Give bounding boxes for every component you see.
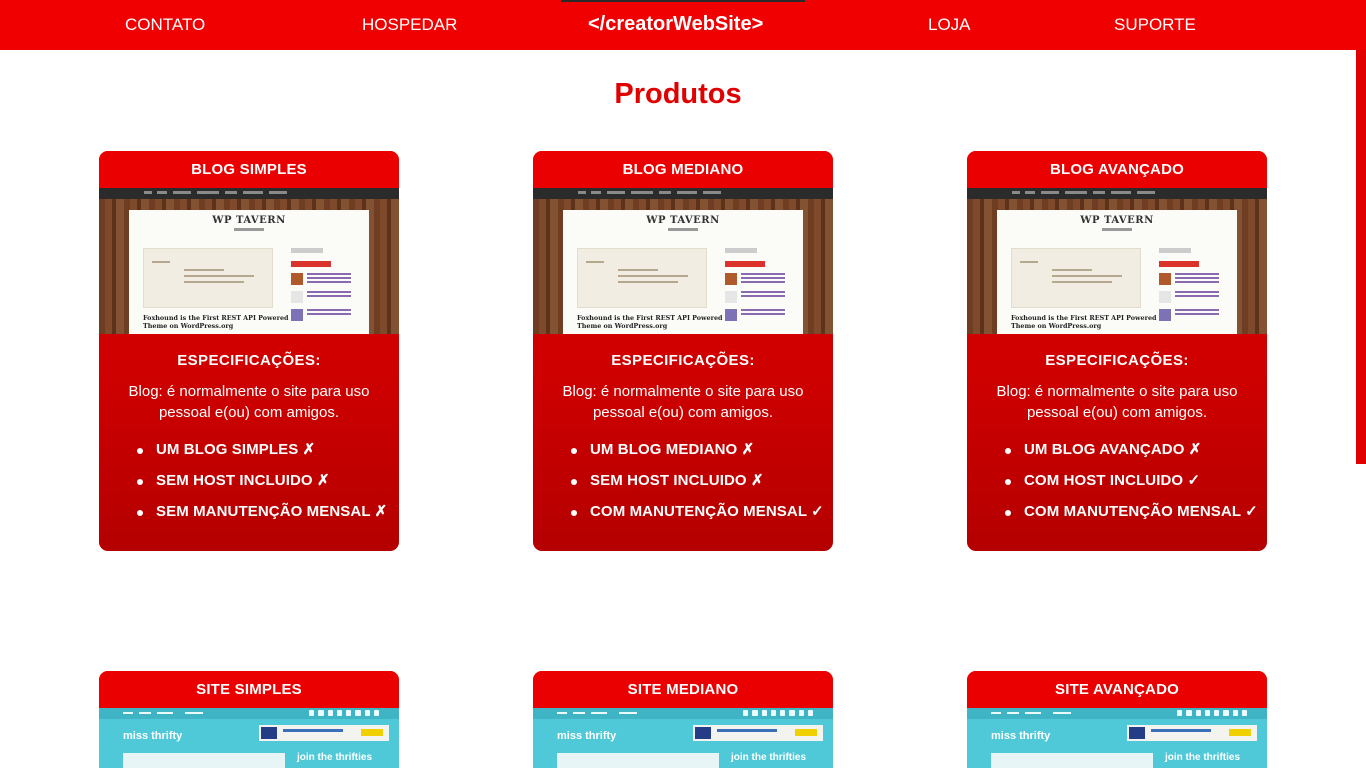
preview-logo: WP TAVERN (646, 215, 720, 226)
nav-loja-link[interactable]: LOJA (928, 15, 971, 35)
nav-hospedar-link[interactable]: HOSPEDAR (362, 15, 457, 35)
feature-item: UM BLOG AVANÇADO ✗ (1005, 440, 1253, 471)
card-title: SITE SIMPLES (99, 671, 399, 708)
spec-heading: ESPECIFICAÇÕES: (1045, 352, 1189, 369)
product-card-site-simples[interactable]: SITE SIMPLES miss thrifty join the thrif… (99, 671, 399, 768)
preview-logo: WP TAVERN (1080, 215, 1154, 226)
preview-site-name: miss thrifty (123, 730, 183, 742)
preview-join-text: join the thrifties (731, 752, 806, 763)
feature-item: COM HOST INCLUIDO ✓ (1005, 471, 1253, 502)
blog-preview-image: WP TAVERN Foxhound is the First REST API… (99, 188, 399, 334)
preview-page: WP TAVERN Foxhound is the First REST API… (997, 210, 1237, 334)
preview-headline: Foxhound is the First REST API Powered T… (577, 314, 723, 330)
nav-suporte-link[interactable]: SUPORTE (1114, 15, 1196, 35)
feature-item: COM MANUTENÇÃO MENSAL ✓ (571, 502, 824, 533)
spec-description: Blog: é normalmente o site para uso pess… (128, 383, 370, 421)
preview-join-text: join the thrifties (1165, 752, 1240, 763)
feature-list: UM BLOG AVANÇADO ✗ COM HOST INCLUIDO ✓ C… (981, 440, 1258, 533)
preview-headline: Foxhound is the First REST API Powered T… (1011, 314, 1157, 330)
preview-site-name: miss thrifty (557, 730, 617, 742)
nav-contato-link[interactable]: CONTATO (125, 15, 205, 35)
preview-page: WP TAVERN Foxhound is the First REST API… (129, 210, 369, 334)
site-preview-image: miss thrifty join the thrifties (99, 708, 399, 768)
feature-item: SEM MANUTENÇÃO MENSAL ✗ (137, 502, 387, 533)
product-card-site-mediano[interactable]: SITE MEDIANO miss thrifty join the thrif… (533, 671, 833, 768)
product-card-blog-avancado[interactable]: BLOG AVANÇADO WP TAVERN Foxhound is the … (967, 151, 1267, 551)
preview-join-text: join the thrifties (297, 752, 372, 763)
product-card-blog-simples[interactable]: BLOG SIMPLES WP TAVERN Foxhound is the F… (99, 151, 399, 551)
spec-heading: ESPECIFICAÇÕES: (177, 352, 321, 369)
preview-logo: WP TAVERN (212, 215, 286, 226)
social-icons (309, 710, 379, 717)
card-title: BLOG MEDIANO (533, 151, 833, 188)
preview-site-name: miss thrifty (991, 730, 1051, 742)
page-title: Produtos (614, 78, 742, 110)
card-title: BLOG AVANÇADO (967, 151, 1267, 188)
site-preview-image: miss thrifty join the thrifties (533, 708, 833, 768)
blog-preview-image: WP TAVERN Foxhound is the First REST API… (533, 188, 833, 334)
preview-headline: Foxhound is the First REST API Powered T… (143, 314, 289, 330)
spec-heading: ESPECIFICAÇÕES: (611, 352, 755, 369)
feature-item: UM BLOG SIMPLES ✗ (137, 440, 385, 471)
feature-list: UM BLOG SIMPLES ✗ SEM HOST INCLUIDO ✗ SE… (113, 440, 387, 533)
product-card-blog-mediano[interactable]: BLOG MEDIANO WP TAVERN Foxhound is the F… (533, 151, 833, 551)
brand-underline (561, 0, 805, 2)
feature-item: COM MANUTENÇÃO MENSAL ✓ (1005, 502, 1258, 533)
social-icons (1177, 710, 1247, 717)
preview-menu-bar (99, 188, 399, 199)
spec-description: Blog: é normalmente o site para uso pess… (562, 383, 804, 421)
site-preview-image: miss thrifty join the thrifties (967, 708, 1267, 768)
card-title: SITE MEDIANO (533, 671, 833, 708)
card-title: SITE AVANÇADO (967, 671, 1267, 708)
feature-item: UM BLOG MEDIANO ✗ (571, 440, 819, 471)
feature-item: SEM HOST INCLUIDO ✗ (137, 471, 385, 502)
card-title: BLOG SIMPLES (99, 151, 399, 188)
blog-preview-image: WP TAVERN Foxhound is the First REST API… (967, 188, 1267, 334)
spec-description: Blog: é normalmente o site para uso pess… (996, 383, 1238, 421)
feature-item: SEM HOST INCLUIDO ✗ (571, 471, 819, 502)
brand-logo-link[interactable]: </creatorWebSite> (588, 13, 763, 36)
side-scrollbar[interactable] (1356, 50, 1366, 464)
preview-page: WP TAVERN Foxhound is the First REST API… (563, 210, 803, 334)
top-navbar: CONTATO HOSPEDAR </creatorWebSite> LOJA … (0, 0, 1366, 50)
product-card-site-avancado[interactable]: SITE AVANÇADO miss thrifty join the thri… (967, 671, 1267, 768)
preview-menu-bar (533, 188, 833, 199)
social-icons (743, 710, 813, 717)
feature-list: UM BLOG MEDIANO ✗ SEM HOST INCLUIDO ✗ CO… (547, 440, 824, 533)
preview-menu-bar (967, 188, 1267, 199)
